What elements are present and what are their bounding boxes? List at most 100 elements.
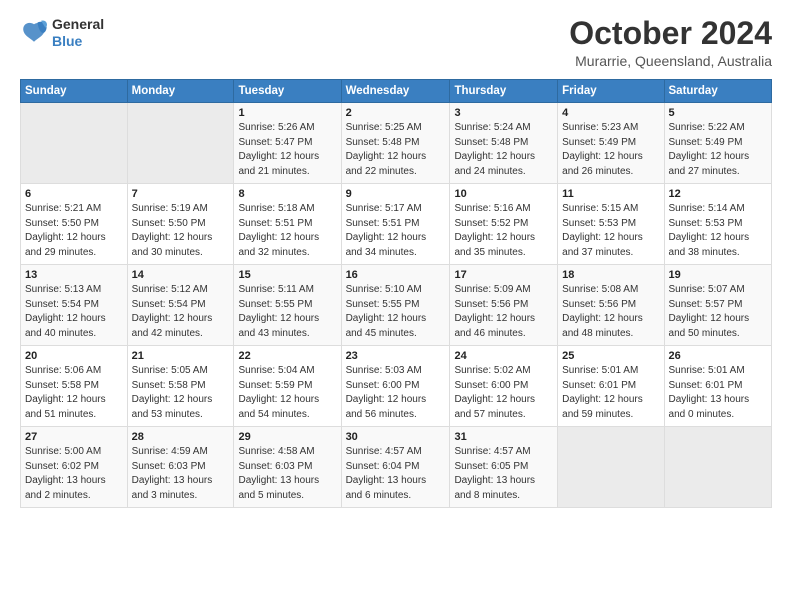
- calendar-cell: 7 Sunrise: 5:19 AMSunset: 5:50 PMDaylight…: [127, 184, 234, 265]
- day-number: 19: [669, 269, 767, 281]
- calendar-week-row: 20 Sunrise: 5:06 AMSunset: 5:58 PMDayligh…: [21, 346, 772, 427]
- weekday-header-sunday: Sunday: [21, 80, 128, 103]
- day-info: Sunrise: 5:15 AMSunset: 5:53 PMDaylight:…: [562, 202, 659, 260]
- day-info: Sunrise: 5:13 AMSunset: 5:54 PMDaylight:…: [25, 283, 123, 341]
- weekday-header-friday: Friday: [558, 80, 664, 103]
- calendar-cell: 14 Sunrise: 5:12 AMSunset: 5:54 PMDayligh…: [127, 265, 234, 346]
- day-number: 30: [346, 431, 446, 443]
- title-block: October 2024 Murarrie, Queensland, Austr…: [569, 16, 772, 69]
- calendar-cell: 23Sunrise: 5:03 AMSunset: 6:00 PMDayligh…: [341, 346, 450, 427]
- day-info: Sunrise: 5:24 AMSunset: 5:48 PMDaylight:…: [454, 121, 553, 179]
- calendar-cell: 12Sunrise: 5:14 AMSunset: 5:53 PMDayligh…: [664, 184, 771, 265]
- day-number: 24: [454, 350, 553, 362]
- weekday-header-monday: Monday: [127, 80, 234, 103]
- calendar-cell: 28Sunrise: 4:59 AMSunset: 6:03 PMDayligh…: [127, 427, 234, 508]
- day-number: 14: [132, 269, 230, 281]
- day-info: Sunrise: 5:00 AMSunset: 6:02 PMDaylight:…: [25, 445, 123, 503]
- calendar-cell: 17 Sunrise: 5:09 AMSunset: 5:56 PMDayligh…: [450, 265, 558, 346]
- day-number: 29: [238, 431, 336, 443]
- calendar-cell: [558, 427, 664, 508]
- calendar-cell: 19 Sunrise: 5:07 AMSunset: 5:57 PMDayligh…: [664, 265, 771, 346]
- day-info: Sunrise: 5:06 AMSunset: 5:58 PMDaylight:…: [25, 364, 123, 422]
- day-number: 2: [346, 107, 446, 119]
- subtitle: Murarrie, Queensland, Australia: [569, 53, 772, 69]
- calendar-cell: 18Sunrise: 5:08 AMSunset: 5:56 PMDayligh…: [558, 265, 664, 346]
- day-number: 11: [562, 188, 659, 200]
- calendar-header-row: SundayMondayTuesdayWednesdayThursdayFrid…: [21, 80, 772, 103]
- day-number: 20: [25, 350, 123, 362]
- day-info: Sunrise: 5:04 AMSunset: 5:59 PMDaylight:…: [238, 364, 336, 422]
- calendar-cell: 13 Sunrise: 5:13 AMSunset: 5:54 PMDayligh…: [21, 265, 128, 346]
- header: General Blue October 2024 Murarrie, Quee…: [20, 16, 772, 69]
- day-info: Sunrise: 5:10 AMSunset: 5:55 PMDaylight:…: [346, 283, 446, 341]
- weekday-header-wednesday: Wednesday: [341, 80, 450, 103]
- day-info: Sunrise: 5:22 AMSunset: 5:49 PMDaylight:…: [669, 121, 767, 179]
- day-info: Sunrise: 5:14 AMSunset: 5:53 PMDaylight:…: [669, 202, 767, 260]
- day-number: 17: [454, 269, 553, 281]
- day-info: Sunrise: 5:09 AMSunset: 5:56 PMDaylight:…: [454, 283, 553, 341]
- day-number: 4: [562, 107, 659, 119]
- day-number: 1: [238, 107, 336, 119]
- calendar-cell: 16 Sunrise: 5:10 AMSunset: 5:55 PMDayligh…: [341, 265, 450, 346]
- day-info: Sunrise: 5:12 AMSunset: 5:54 PMDaylight:…: [132, 283, 230, 341]
- calendar-cell: 9Sunrise: 5:17 AMSunset: 5:51 PMDaylight…: [341, 184, 450, 265]
- calendar-cell: 26Sunrise: 5:01 AMSunset: 6:01 PMDayligh…: [664, 346, 771, 427]
- calendar-cell: 3 Sunrise: 5:24 AMSunset: 5:48 PMDaylight…: [450, 103, 558, 184]
- day-number: 22: [238, 350, 336, 362]
- page: General Blue October 2024 Murarrie, Quee…: [0, 0, 792, 612]
- calendar-cell: 30 Sunrise: 4:57 AMSunset: 6:04 PMDayligh…: [341, 427, 450, 508]
- day-info: Sunrise: 5:25 AMSunset: 5:48 PMDaylight:…: [346, 121, 446, 179]
- calendar-cell: 29 Sunrise: 4:58 AMSunset: 6:03 PMDayligh…: [234, 427, 341, 508]
- calendar-cell: 24 Sunrise: 5:02 AMSunset: 6:00 PMDayligh…: [450, 346, 558, 427]
- calendar-week-row: 6 Sunrise: 5:21 AMSunset: 5:50 PMDaylight…: [21, 184, 772, 265]
- day-info: Sunrise: 5:19 AMSunset: 5:50 PMDaylight:…: [132, 202, 230, 260]
- day-info: Sunrise: 5:21 AMSunset: 5:50 PMDaylight:…: [25, 202, 123, 260]
- weekday-header-tuesday: Tuesday: [234, 80, 341, 103]
- main-title: October 2024: [569, 16, 772, 51]
- logo: General Blue: [20, 16, 104, 50]
- day-info: Sunrise: 5:17 AMSunset: 5:51 PMDaylight:…: [346, 202, 446, 260]
- day-number: 15: [238, 269, 336, 281]
- day-info: Sunrise: 4:58 AMSunset: 6:03 PMDaylight:…: [238, 445, 336, 503]
- calendar-cell: 31 Sunrise: 4:57 AMSunset: 6:05 PMDayligh…: [450, 427, 558, 508]
- day-info: Sunrise: 5:01 AMSunset: 6:01 PMDaylight:…: [562, 364, 659, 422]
- calendar-cell: 1 Sunrise: 5:26 AMSunset: 5:47 PMDaylight…: [234, 103, 341, 184]
- calendar-cell: 20 Sunrise: 5:06 AMSunset: 5:58 PMDayligh…: [21, 346, 128, 427]
- weekday-header-saturday: Saturday: [664, 80, 771, 103]
- calendar-week-row: 13 Sunrise: 5:13 AMSunset: 5:54 PMDayligh…: [21, 265, 772, 346]
- day-number: 6: [25, 188, 123, 200]
- day-number: 27: [25, 431, 123, 443]
- day-info: Sunrise: 5:16 AMSunset: 5:52 PMDaylight:…: [454, 202, 553, 260]
- day-number: 28: [132, 431, 230, 443]
- day-number: 3: [454, 107, 553, 119]
- day-number: 8: [238, 188, 336, 200]
- calendar-week-row: 27 Sunrise: 5:00 AMSunset: 6:02 PMDayligh…: [21, 427, 772, 508]
- calendar-cell: 22 Sunrise: 5:04 AMSunset: 5:59 PMDayligh…: [234, 346, 341, 427]
- day-info: Sunrise: 4:57 AMSunset: 6:05 PMDaylight:…: [454, 445, 553, 503]
- calendar-cell: 4Sunrise: 5:23 AMSunset: 5:49 PMDaylight…: [558, 103, 664, 184]
- day-number: 31: [454, 431, 553, 443]
- day-number: 5: [669, 107, 767, 119]
- calendar-cell: 27 Sunrise: 5:00 AMSunset: 6:02 PMDayligh…: [21, 427, 128, 508]
- calendar-cell: 8 Sunrise: 5:18 AMSunset: 5:51 PMDaylight…: [234, 184, 341, 265]
- day-info: Sunrise: 5:18 AMSunset: 5:51 PMDaylight:…: [238, 202, 336, 260]
- day-info: Sunrise: 5:05 AMSunset: 5:58 PMDaylight:…: [132, 364, 230, 422]
- day-number: 7: [132, 188, 230, 200]
- logo-text: General Blue: [52, 16, 104, 50]
- day-number: 16: [346, 269, 446, 281]
- calendar-table: SundayMondayTuesdayWednesdayThursdayFrid…: [20, 79, 772, 508]
- day-info: Sunrise: 5:26 AMSunset: 5:47 PMDaylight:…: [238, 121, 336, 179]
- day-number: 13: [25, 269, 123, 281]
- day-number: 23: [346, 350, 446, 362]
- calendar-week-row: 1 Sunrise: 5:26 AMSunset: 5:47 PMDaylight…: [21, 103, 772, 184]
- calendar-cell: [21, 103, 128, 184]
- calendar-cell: 21 Sunrise: 5:05 AMSunset: 5:58 PMDayligh…: [127, 346, 234, 427]
- calendar-cell: 10Sunrise: 5:16 AMSunset: 5:52 PMDayligh…: [450, 184, 558, 265]
- day-number: 25: [562, 350, 659, 362]
- day-info: Sunrise: 5:02 AMSunset: 6:00 PMDaylight:…: [454, 364, 553, 422]
- day-info: Sunrise: 4:57 AMSunset: 6:04 PMDaylight:…: [346, 445, 446, 503]
- day-number: 21: [132, 350, 230, 362]
- day-info: Sunrise: 5:07 AMSunset: 5:57 PMDaylight:…: [669, 283, 767, 341]
- calendar-cell: [664, 427, 771, 508]
- day-info: Sunrise: 5:11 AMSunset: 5:55 PMDaylight:…: [238, 283, 336, 341]
